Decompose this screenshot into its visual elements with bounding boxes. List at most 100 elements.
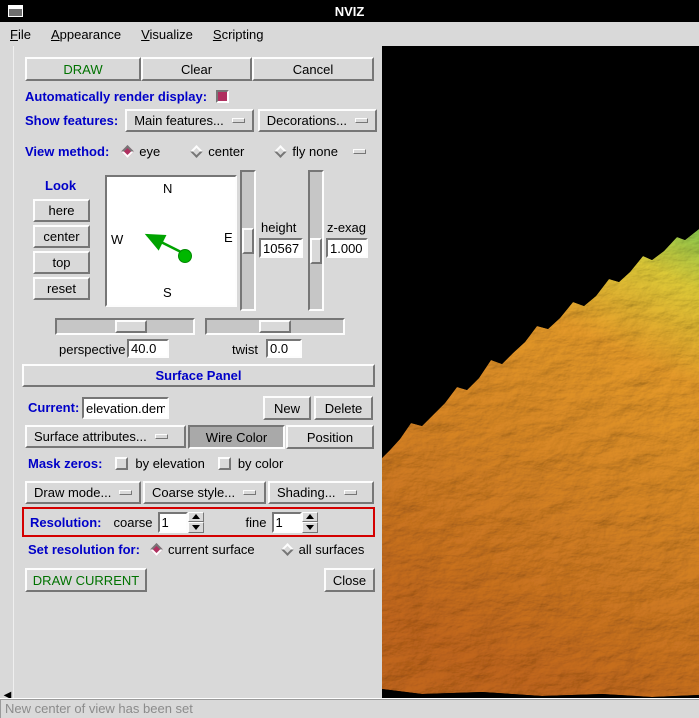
auto-render-label: Automatically render display:	[25, 89, 207, 104]
draw-mode-row: Draw mode... Coarse style... Shading...	[22, 481, 375, 506]
height-slider-handle[interactable]	[242, 228, 254, 254]
show-features-label: Show features:	[25, 113, 118, 128]
coarse-resolution-spinner[interactable]	[158, 512, 204, 533]
clear-button[interactable]: Clear	[141, 57, 252, 81]
fine-label: fine	[246, 515, 267, 530]
surface-attributes-row: Surface attributes... Wire Color Positio…	[22, 425, 375, 450]
nviz-window: NVIZ File Appearance Visualize Scripting…	[0, 0, 699, 718]
current-label: Current:	[28, 400, 79, 415]
window-title: NVIZ	[335, 4, 365, 19]
zexag-slider-handle[interactable]	[310, 238, 322, 264]
radio-diamond-icon[interactable]	[281, 543, 294, 556]
close-button[interactable]: Close	[324, 568, 375, 592]
menu-indicator-icon	[243, 490, 256, 495]
coarse-style-menubutton[interactable]: Coarse style...	[143, 481, 266, 504]
titlebar: NVIZ	[0, 0, 699, 22]
menu-indicator-icon	[155, 434, 168, 439]
wire-color-button[interactable]: Wire Color	[188, 425, 285, 449]
menu-scripting[interactable]: Scripting	[213, 27, 264, 42]
menu-appearance[interactable]: Appearance	[51, 27, 121, 42]
coarse-label: coarse	[114, 515, 153, 530]
perspective-label: perspective	[59, 342, 125, 357]
render-canvas[interactable]	[382, 46, 699, 698]
current-surface-input[interactable]	[82, 397, 169, 419]
mask-by-elevation-checkbox[interactable]: by elevation	[115, 456, 204, 471]
compass-east-label: E	[224, 230, 233, 245]
menu-indicator-icon	[355, 118, 368, 123]
look-here-button[interactable]: here	[33, 199, 90, 222]
auto-render-checkbox[interactable]	[216, 90, 229, 103]
perspective-slider-handle[interactable]	[115, 320, 147, 333]
view-method-eye-radio[interactable]: eye	[123, 144, 160, 159]
twist-slider[interactable]	[205, 318, 345, 335]
perspective-slider[interactable]	[55, 318, 195, 335]
look-center-button[interactable]: center	[33, 225, 90, 248]
surface-panel-title: Surface Panel	[156, 368, 242, 383]
surface-panel-header: Surface Panel	[22, 364, 375, 387]
cancel-button[interactable]: Cancel	[252, 57, 374, 81]
height-label: height	[261, 220, 296, 235]
draw-current-button[interactable]: DRAW CURRENT	[25, 568, 147, 592]
fine-resolution-spinner[interactable]	[272, 512, 318, 533]
coarse-resolution-input[interactable]	[158, 512, 188, 533]
radio-diamond-icon[interactable]	[275, 145, 288, 158]
look-reset-button[interactable]: reset	[33, 277, 90, 300]
checkbox-icon[interactable]	[115, 457, 128, 470]
position-button[interactable]: Position	[286, 425, 374, 449]
view-method-center-radio[interactable]: center	[192, 144, 244, 159]
radio-diamond-icon[interactable]	[150, 543, 163, 556]
menu-visualize[interactable]: Visualize	[141, 27, 193, 42]
all-surfaces-radio[interactable]: all surfaces	[283, 542, 365, 557]
left-gutter	[0, 46, 14, 698]
resolution-label: Resolution:	[30, 515, 102, 530]
checkbox-icon[interactable]	[218, 457, 231, 470]
surface-panel-footer: DRAW CURRENT Close	[0, 568, 382, 592]
action-button-row: DRAW Clear Cancel	[25, 57, 374, 81]
view-method-row: View method: eye center fly none	[25, 144, 398, 159]
spinner-down-icon[interactable]	[188, 522, 204, 533]
mask-by-color-checkbox[interactable]: by color	[218, 456, 284, 471]
look-top-button[interactable]: top	[33, 251, 90, 274]
auto-render-row: Automatically render display:	[25, 89, 229, 104]
spinner-up-icon[interactable]	[302, 512, 318, 523]
compass-north-label: N	[163, 181, 172, 196]
radio-diamond-icon[interactable]	[190, 145, 203, 158]
zexag-label: z-exag	[327, 220, 366, 235]
shading-menubutton[interactable]: Shading...	[268, 481, 374, 504]
mask-zeros-label: Mask zeros:	[28, 456, 102, 471]
status-message: New center of view has been set	[5, 701, 193, 716]
view-method-label: View method:	[25, 144, 109, 159]
fine-resolution-input[interactable]	[272, 512, 302, 533]
control-panel: ◀ DRAW Clear Cancel Automatically render…	[0, 46, 382, 698]
twist-input[interactable]	[266, 339, 302, 358]
twist-label: twist	[232, 342, 258, 357]
main-features-menubutton[interactable]: Main features...	[125, 109, 254, 132]
set-resolution-row: Set resolution for: current surface all …	[28, 542, 392, 557]
menu-file[interactable]: File	[10, 27, 31, 42]
surface-attributes-menubutton[interactable]: Surface attributes...	[25, 425, 186, 448]
twist-slider-handle[interactable]	[259, 320, 291, 333]
decorations-menubutton[interactable]: Decorations...	[258, 109, 377, 132]
view-method-fly-menubutton[interactable]: fly none	[276, 144, 366, 159]
height-slider[interactable]	[240, 170, 256, 311]
height-input[interactable]	[259, 238, 303, 258]
radio-diamond-icon[interactable]	[121, 145, 134, 158]
compass-west-label: W	[111, 232, 123, 247]
show-features-row: Show features: Main features... Decorati…	[25, 109, 381, 132]
terrain-surface	[382, 46, 699, 698]
current-surface-row: Current: New Delete	[22, 395, 375, 421]
window-icon	[8, 5, 23, 17]
draw-button[interactable]: DRAW	[25, 57, 141, 81]
delete-surface-button[interactable]: Delete	[314, 396, 373, 420]
spinner-down-icon[interactable]	[302, 522, 318, 533]
statusbar: New center of view has been set	[0, 698, 699, 718]
spinner-up-icon[interactable]	[188, 512, 204, 523]
zexag-input[interactable]	[326, 238, 368, 258]
current-surface-radio[interactable]: current surface	[152, 542, 255, 557]
new-surface-button[interactable]: New	[263, 396, 311, 420]
perspective-input[interactable]	[127, 339, 169, 358]
zexag-slider[interactable]	[308, 170, 324, 311]
view-position-widget[interactable]: N W E S	[105, 175, 237, 307]
menubar: File Appearance Visualize Scripting	[0, 22, 699, 46]
draw-mode-menubutton[interactable]: Draw mode...	[25, 481, 141, 504]
